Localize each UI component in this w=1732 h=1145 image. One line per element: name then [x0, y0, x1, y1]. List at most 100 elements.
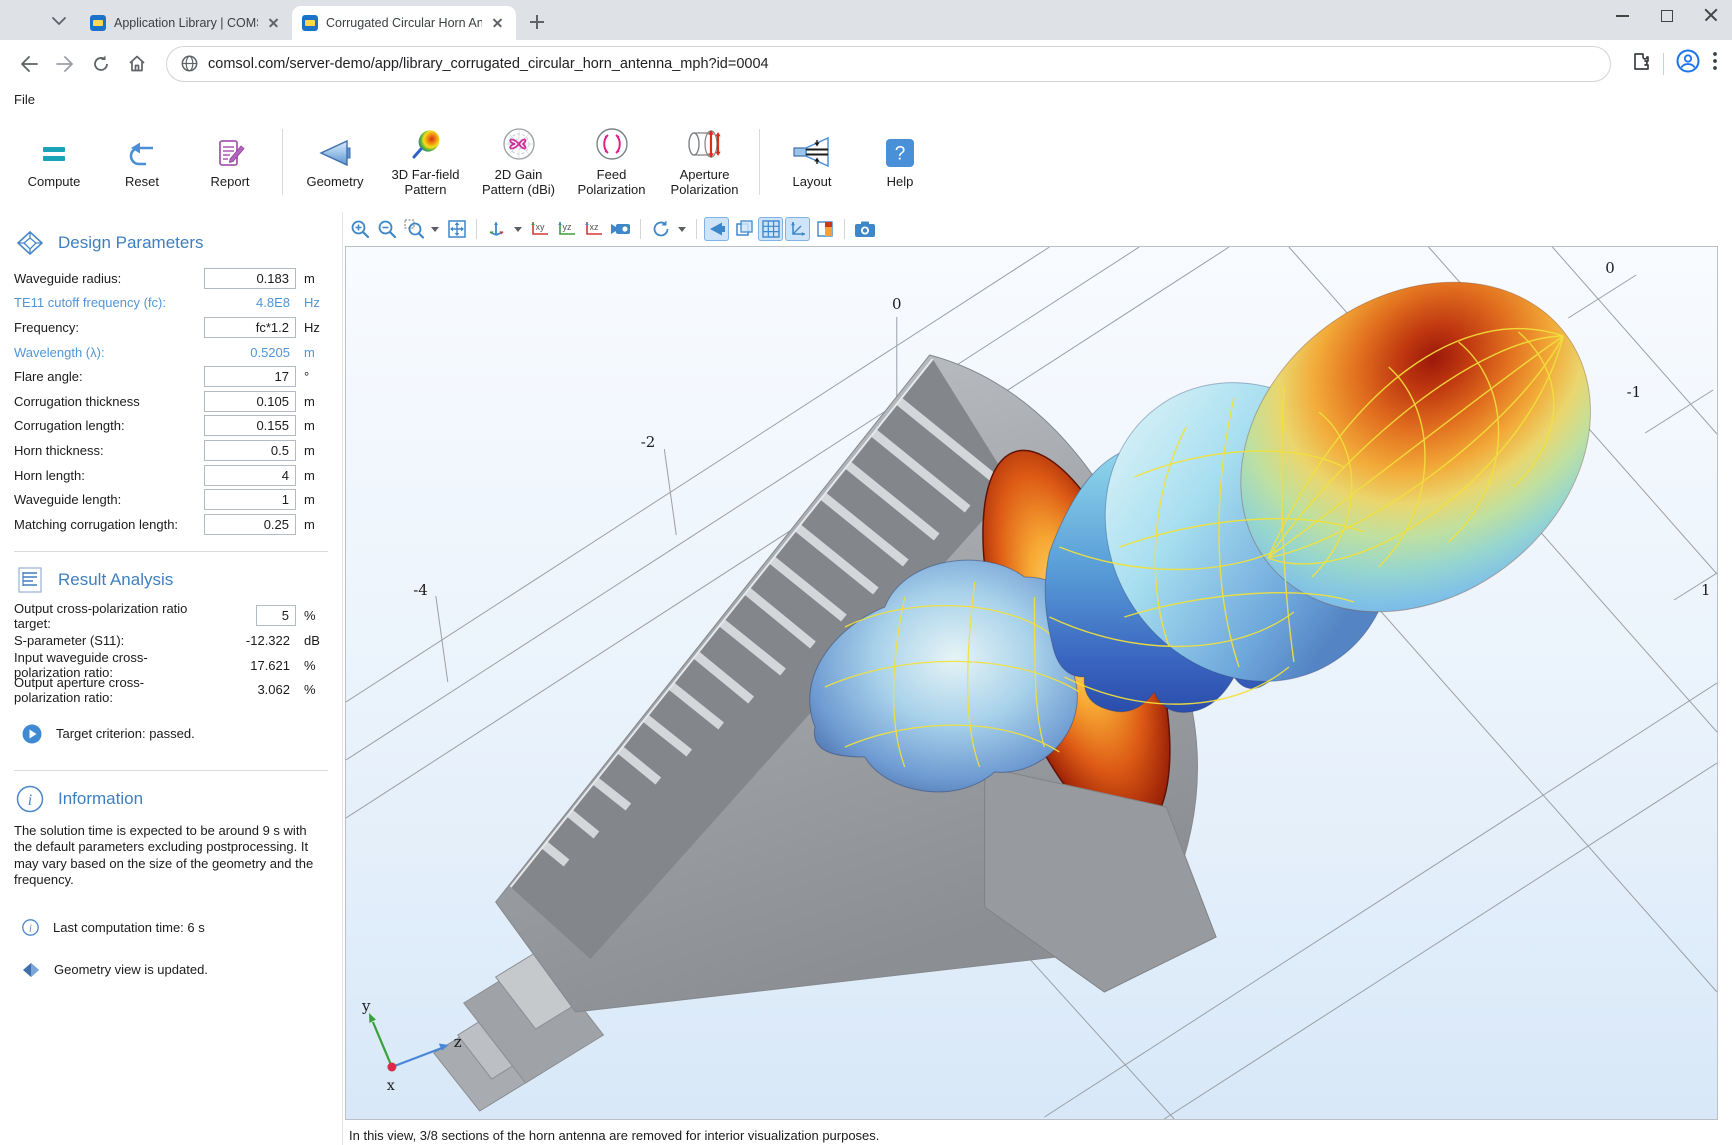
app-menubar: File: [0, 87, 1732, 112]
go-to-view-icon[interactable]: [484, 217, 509, 241]
graphics-canvas[interactable]: 0 -2 -4 0 -1 1: [345, 246, 1718, 1120]
param-row-corrugation-thickness: Corrugation thickness 0.105 m: [0, 389, 342, 414]
browser-menu-icon[interactable]: [1712, 51, 1718, 76]
rotate-view-icon[interactable]: [648, 217, 673, 241]
param-row-wavelength: Wavelength (λ): 0.5205 m: [0, 340, 342, 365]
compute-button[interactable]: Compute: [10, 134, 98, 190]
report-button[interactable]: Report: [186, 134, 274, 190]
projection-icon[interactable]: [608, 217, 633, 241]
param-label: Horn length:: [14, 468, 204, 483]
snapshot-camera-icon[interactable]: [852, 217, 877, 241]
frequency-input[interactable]: fc*1.2: [204, 317, 296, 338]
horn-length-input[interactable]: 4: [204, 465, 296, 486]
view-yz-icon[interactable]: yz: [554, 217, 579, 241]
file-menu[interactable]: File: [14, 92, 35, 107]
view-xy-icon[interactable]: xy: [527, 217, 552, 241]
geometry-button[interactable]: Geometry: [291, 134, 379, 190]
waveguide-radius-input[interactable]: 0.183: [204, 268, 296, 289]
color-legend-toggle[interactable]: [812, 217, 837, 241]
corrugation-length-input[interactable]: 0.155: [204, 415, 296, 436]
flare-angle-input[interactable]: 17: [204, 366, 296, 387]
te11-cutoff-value: 4.8E8: [204, 292, 296, 313]
triad-y-label: y: [361, 997, 371, 1015]
information-header: i Information: [16, 785, 328, 813]
info-circle-icon: i: [22, 919, 39, 936]
browser-tab-application-library[interactable]: Application Library | COMSOL S: [80, 6, 292, 40]
gain-2d-button[interactable]: 2D Gain Pattern (dBi): [472, 127, 565, 198]
site-globe-icon: [181, 55, 198, 72]
minimize-button[interactable]: [1616, 8, 1630, 22]
tab-close-icon[interactable]: [490, 15, 506, 31]
browser-tab-strip: Application Library | COMSOL S Corrugate…: [0, 0, 1732, 40]
show-geometry-toggle[interactable]: [704, 217, 729, 241]
reset-button[interactable]: Reset: [98, 134, 186, 190]
home-icon[interactable]: [122, 49, 152, 79]
feed-polarization-icon: [595, 127, 629, 161]
information-icon: i: [16, 785, 44, 813]
unit-label: m: [296, 394, 330, 409]
corrugation-thickness-input[interactable]: 0.105: [204, 391, 296, 412]
sidebar: Design Parameters Waveguide radius: 0.18…: [0, 212, 342, 1145]
rotate-view-dropdown-icon[interactable]: [678, 227, 686, 232]
divider: [282, 129, 283, 195]
unit-label: m: [296, 345, 330, 360]
tab-title: Corrugated Circular Horn Anten: [326, 16, 482, 30]
maximize-button[interactable]: [1660, 8, 1674, 22]
extensions-icon[interactable]: [1631, 51, 1651, 76]
tab-search-chevron-icon[interactable]: [46, 8, 72, 34]
close-button[interactable]: [1704, 8, 1718, 22]
svg-text:i: i: [29, 924, 32, 935]
param-row-matching-corrugation-length: Matching corrugation length: 0.25 m: [0, 512, 342, 537]
reload-icon[interactable]: [86, 49, 116, 79]
profile-icon[interactable]: [1676, 49, 1700, 78]
zoom-box-icon[interactable]: [401, 217, 426, 241]
url-text: comsol.com/server-demo/app/library_corru…: [208, 56, 769, 72]
show-axes-toggle[interactable]: [785, 217, 810, 241]
aperture-polarization-button[interactable]: Aperture Polarization: [658, 127, 751, 198]
divider: [14, 770, 328, 771]
feed-polarization-button[interactable]: Feed Polarization: [565, 127, 658, 198]
zoom-out-icon[interactable]: [374, 217, 399, 241]
triad-x-label: x: [387, 1078, 395, 1094]
svg-text:i: i: [28, 792, 32, 809]
param-label: Corrugation thickness: [14, 394, 204, 409]
matching-corrugation-length-input[interactable]: 0.25: [204, 514, 296, 535]
url-bar[interactable]: comsol.com/server-demo/app/library_corru…: [166, 46, 1611, 82]
param-label: TE11 cutoff frequency (fc):: [14, 295, 204, 310]
waveguide-length-input[interactable]: 1: [204, 489, 296, 510]
zoom-extents-icon[interactable]: [444, 217, 469, 241]
svg-text:yz: yz: [562, 222, 572, 232]
tab-close-icon[interactable]: [266, 15, 282, 31]
back-icon[interactable]: [14, 49, 44, 79]
farfield-3d-button[interactable]: 3D Far-field Pattern: [379, 127, 472, 198]
horn-antenna-3d-scene: 0 -2 -4 0 -1 1: [346, 247, 1717, 1119]
horn-thickness-input[interactable]: 0.5: [204, 440, 296, 461]
show-grid-toggle[interactable]: [758, 217, 783, 241]
svg-text:?: ?: [895, 144, 906, 165]
help-button[interactable]: ? Help: [856, 134, 944, 190]
go-to-view-dropdown-icon[interactable]: [514, 227, 522, 232]
new-tab-button[interactable]: [524, 9, 550, 35]
param-label: Wavelength (λ):: [14, 345, 204, 360]
geometry-diamond-icon: [22, 962, 40, 978]
zoom-in-icon[interactable]: [347, 217, 372, 241]
layout-button[interactable]: Layout: [768, 134, 856, 190]
last-computation-note: i Last computation time: 6 s: [22, 919, 328, 936]
s-parameter-value: -12.322: [204, 633, 296, 648]
help-icon: ?: [885, 134, 915, 168]
axis-label: 0: [1605, 259, 1615, 277]
aperture-polarization-icon: [685, 127, 725, 161]
report-icon: [214, 134, 246, 168]
transparency-toggle[interactable]: [731, 217, 756, 241]
unit-label: m: [296, 468, 330, 483]
forward-icon[interactable]: [50, 49, 80, 79]
result-label: Output aperture cross-polarization ratio…: [14, 675, 204, 705]
param-label: Horn thickness:: [14, 443, 204, 458]
cross-polarization-target-input[interactable]: 5: [256, 605, 296, 626]
param-row-horn-thickness: Horn thickness: 0.5 m: [0, 438, 342, 463]
zoom-box-dropdown-icon[interactable]: [431, 227, 439, 232]
view-xz-icon[interactable]: xz: [581, 217, 606, 241]
reset-icon: [126, 134, 158, 168]
browser-tab-horn-antenna[interactable]: Corrugated Circular Horn Anten: [292, 6, 516, 40]
status-text: Target criterion: passed.: [56, 726, 195, 741]
